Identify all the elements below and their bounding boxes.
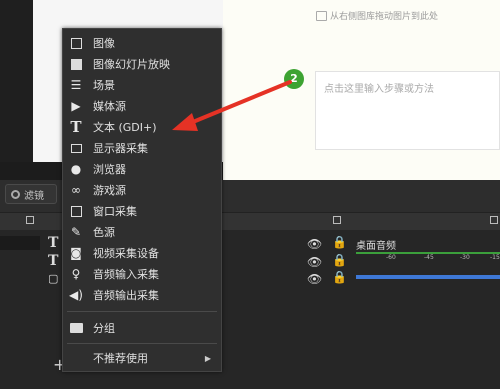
play-icon: ▶ xyxy=(71,99,81,113)
menu-separator xyxy=(67,311,217,312)
menu-item-scene[interactable]: ☰ 场景 xyxy=(63,75,221,95)
slideshow-icon xyxy=(69,57,83,71)
mixer-dock-header xyxy=(350,212,500,231)
filter-icon xyxy=(11,189,20,199)
brush-icon: ✎ xyxy=(70,225,82,239)
meter-tick-label: -60 xyxy=(386,254,396,261)
menu-item-image[interactable]: 图像 xyxy=(63,33,221,53)
menu-item-window-capture[interactable]: 窗口采集 xyxy=(63,201,221,221)
lock-icon[interactable]: 🔒 xyxy=(332,270,347,284)
visibility-eye-icon[interactable]: 👁 xyxy=(307,237,322,251)
undock-icon[interactable] xyxy=(490,216,498,224)
image-drop-hint-text: 从右侧图库拖动图片到此处 xyxy=(330,12,439,22)
lock-icon[interactable]: 🔒 xyxy=(332,235,347,249)
menu-item-label: 游戏源 xyxy=(93,184,126,197)
menu-item-media-source[interactable]: ▶ 媒体源 xyxy=(63,96,221,116)
speaker-icon: ◀) xyxy=(69,288,83,302)
meter-tick-label: -45 xyxy=(424,254,434,261)
menu-item-label: 色源 xyxy=(93,226,115,239)
folder-icon xyxy=(69,321,83,335)
menu-item-label: 图像 xyxy=(93,37,115,50)
image-placeholder-icon xyxy=(316,10,327,21)
visibility-eye-icon[interactable]: 👁 xyxy=(307,272,322,286)
menu-item-browser[interactable]: ● 浏览器 xyxy=(63,159,221,179)
menu-item-label: 分组 xyxy=(93,322,115,335)
menu-item-label: 浏览器 xyxy=(93,163,126,176)
menu-item-display-capture[interactable]: 显示器采集 xyxy=(63,138,221,158)
menu-item-deprecated[interactable]: 不推荐使用 ▶ xyxy=(63,348,221,368)
menu-item-audio-output-capture[interactable]: ◀) 音频输出采集 xyxy=(63,285,221,305)
menu-item-label: 文本 (GDI+) xyxy=(93,121,157,134)
image-icon xyxy=(69,36,83,50)
menu-item-label: 图像幻灯片放映 xyxy=(93,58,170,71)
microphone-icon: ♀ xyxy=(71,267,81,281)
globe-icon: ● xyxy=(70,162,82,176)
camera-icon: ◙ xyxy=(70,246,82,260)
undock-icon[interactable] xyxy=(26,216,34,224)
menu-item-label: 窗口采集 xyxy=(93,205,137,218)
text-source-icon: T xyxy=(48,253,59,269)
menu-item-group[interactable]: 分组 xyxy=(63,318,221,338)
menu-item-label: 不推荐使用 xyxy=(93,352,148,365)
text-source-icon: T xyxy=(48,235,59,251)
mixer-channel-label: 桌面音频 xyxy=(356,241,396,252)
menu-item-label: 显示器采集 xyxy=(93,142,148,155)
menu-item-label: 视频采集设备 xyxy=(93,247,159,260)
preview-left-dark xyxy=(0,0,33,180)
lock-icon[interactable]: 🔒 xyxy=(332,253,347,267)
meter-tick-label: -15 xyxy=(490,254,500,261)
chevron-right-icon: ▶ xyxy=(204,353,211,363)
filter-button[interactable]: 滤镜 xyxy=(5,184,57,204)
scene-list-icon: ☰ xyxy=(70,78,82,92)
scenes-dock-header xyxy=(0,212,40,231)
step-number-badge: 2 xyxy=(284,69,304,89)
menu-item-text-gdi[interactable]: T 文本 (GDI+) xyxy=(63,117,221,137)
audio-meter-scale: -60 -45 -30 -15 xyxy=(356,252,500,266)
undock-icon[interactable] xyxy=(333,216,341,224)
text-icon: T xyxy=(70,118,82,136)
menu-item-game-source[interactable]: ∞ 游戏源 xyxy=(63,180,221,200)
step-input-placeholder: 点击这里输入步骤或方法 xyxy=(324,84,434,95)
image-drop-hint: 从右侧图库拖动图片到此处 xyxy=(316,9,438,22)
menu-item-label: 音频输入采集 xyxy=(93,268,159,281)
menu-separator xyxy=(67,343,217,344)
meter-tick-label: -30 xyxy=(460,254,470,261)
window-icon xyxy=(69,204,83,218)
menu-item-video-capture-device[interactable]: ◙ 视频采集设备 xyxy=(63,243,221,263)
filter-button-label: 滤镜 xyxy=(24,190,44,202)
scene-row[interactable] xyxy=(0,236,40,250)
menu-item-label: 音频输出采集 xyxy=(93,289,159,302)
menu-item-label: 场景 xyxy=(93,79,115,92)
menu-item-label: 媒体源 xyxy=(93,100,126,113)
monitor-icon xyxy=(69,141,83,155)
window-source-icon: ▢ xyxy=(48,272,59,285)
visibility-eye-icon[interactable]: 👁 xyxy=(307,255,322,269)
menu-item-image-slideshow[interactable]: 图像幻灯片放映 xyxy=(63,54,221,74)
add-source-context-menu: 图像 图像幻灯片放映 ☰ 场景 ▶ 媒体源 T 文本 (GDI+) 显示器采集 … xyxy=(62,28,222,372)
menu-item-audio-input-capture[interactable]: ♀ 音频输入采集 xyxy=(63,264,221,284)
scenes-panel xyxy=(0,230,40,389)
gamepad-icon: ∞ xyxy=(71,183,81,197)
menu-item-color-source[interactable]: ✎ 色源 xyxy=(63,222,221,242)
menu-item-icon-spacer xyxy=(69,351,83,365)
volume-slider[interactable] xyxy=(356,275,500,279)
step-input[interactable]: 点击这里输入步骤或方法 xyxy=(315,71,500,150)
